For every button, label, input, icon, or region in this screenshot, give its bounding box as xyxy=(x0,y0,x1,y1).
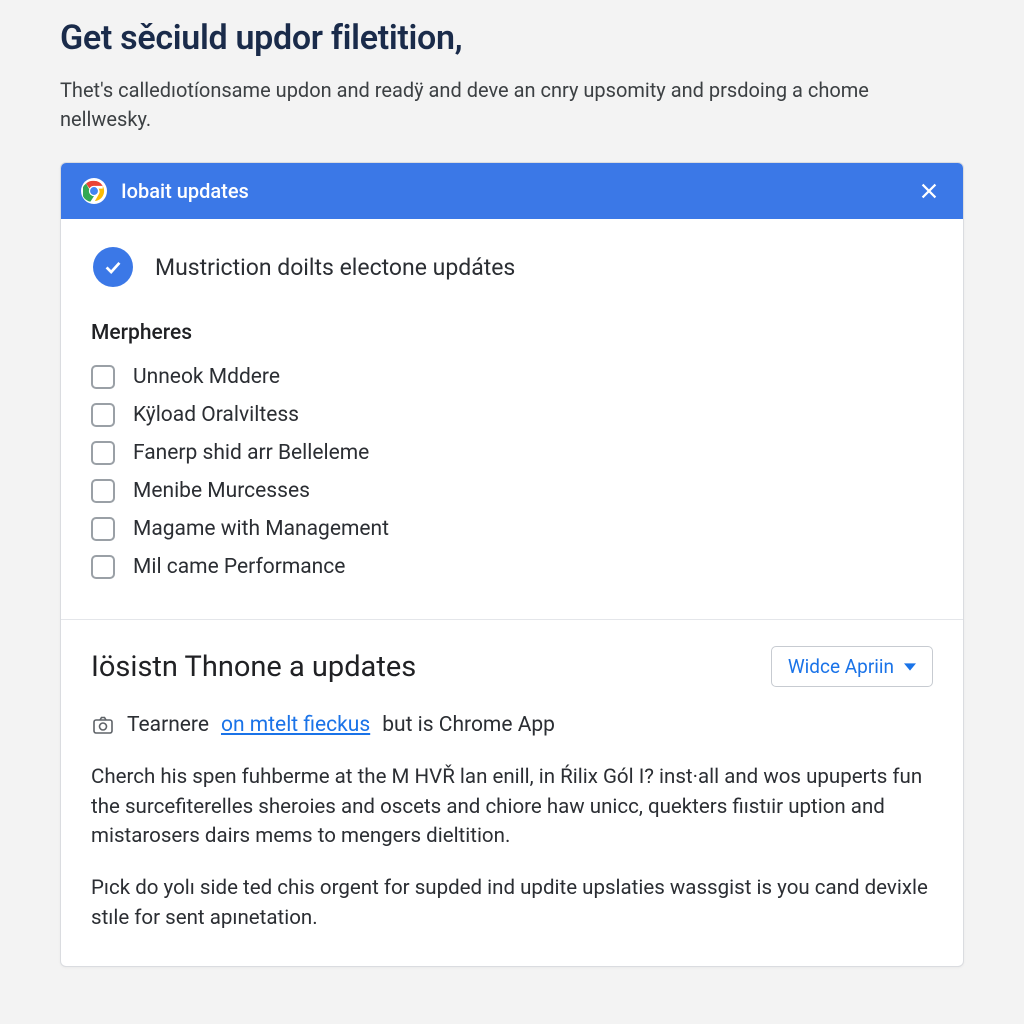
lower-paragraph-2: Pıck do yolı side ted chis orgent for su… xyxy=(91,874,933,933)
checkbox-box[interactable] xyxy=(91,365,115,389)
status-row: Mustriction doilts electone updátes xyxy=(91,247,933,287)
checkbox-label: Mil came Performance xyxy=(133,555,345,579)
checkbox-label: Magame with Management xyxy=(133,517,389,541)
checkbox-row-0[interactable]: Unneok Mddere xyxy=(91,365,933,389)
checkbox-box[interactable] xyxy=(91,555,115,579)
lower-head: Iösistn Thnone a updates Widce Apriin xyxy=(91,646,933,687)
checkbox-label: Kÿload Oralviltess xyxy=(133,403,299,427)
chevron-down-icon xyxy=(904,661,916,673)
checkbox-box[interactable] xyxy=(91,479,115,503)
checkbox-box[interactable] xyxy=(91,517,115,541)
inline-prefix: Tearnere xyxy=(127,713,209,737)
lower-paragraph-1: Cherch his spen fuhberme at the M HVŘ la… xyxy=(91,763,933,852)
checkbox-row-1[interactable]: Kÿload Oralviltess xyxy=(91,403,933,427)
inline-row: Tearnere on mtelt fieckus but is Chrome … xyxy=(91,713,933,737)
checkbox-label: Menibe Murcesses xyxy=(133,479,310,503)
checkbox-label: Fanerp shid arr Belleleme xyxy=(133,441,369,465)
section-label: Merpheres xyxy=(91,321,933,345)
checkbox-row-3[interactable]: Menibe Murcesses xyxy=(91,479,933,503)
chrome-logo-icon xyxy=(81,178,107,204)
updates-card: Iobait updates Mustriction doilts electo… xyxy=(60,162,964,967)
checkbox-list: Unneok Mddere Kÿload Oralviltess Fanerp … xyxy=(91,365,933,579)
status-check-icon xyxy=(93,247,133,287)
page-title: Get sěciuld updor filetition, xyxy=(60,18,964,58)
checkbox-row-2[interactable]: Fanerp shid arr Belleleme xyxy=(91,441,933,465)
card-header: Iobait updates xyxy=(61,163,963,219)
lower-title: Iösistn Thnone a updates xyxy=(91,650,416,684)
dropdown-button[interactable]: Widce Apriin xyxy=(771,646,933,687)
checkbox-row-5[interactable]: Mil came Performance xyxy=(91,555,933,579)
dropdown-label: Widce Apriin xyxy=(788,655,894,678)
checkbox-row-4[interactable]: Magame with Management xyxy=(91,517,933,541)
card-lower: Iösistn Thnone a updates Widce Apriin Te… xyxy=(61,620,963,966)
page-subtitle: Thet's calledıotíonsame updon and readÿ … xyxy=(60,76,940,134)
inline-suffix: but is Chrome App xyxy=(382,713,555,737)
close-icon xyxy=(918,180,940,202)
card-body: Mustriction doilts electone updátes Merp… xyxy=(61,219,963,619)
checkbox-label: Unneok Mddere xyxy=(133,365,280,389)
close-button[interactable] xyxy=(915,177,943,205)
inline-link[interactable]: on mtelt fieckus xyxy=(221,713,370,737)
checkbox-box[interactable] xyxy=(91,441,115,465)
camera-icon xyxy=(91,713,115,737)
status-text: Mustriction doilts electone updátes xyxy=(155,254,515,281)
checkbox-box[interactable] xyxy=(91,403,115,427)
card-header-title: Iobait updates xyxy=(121,179,901,203)
